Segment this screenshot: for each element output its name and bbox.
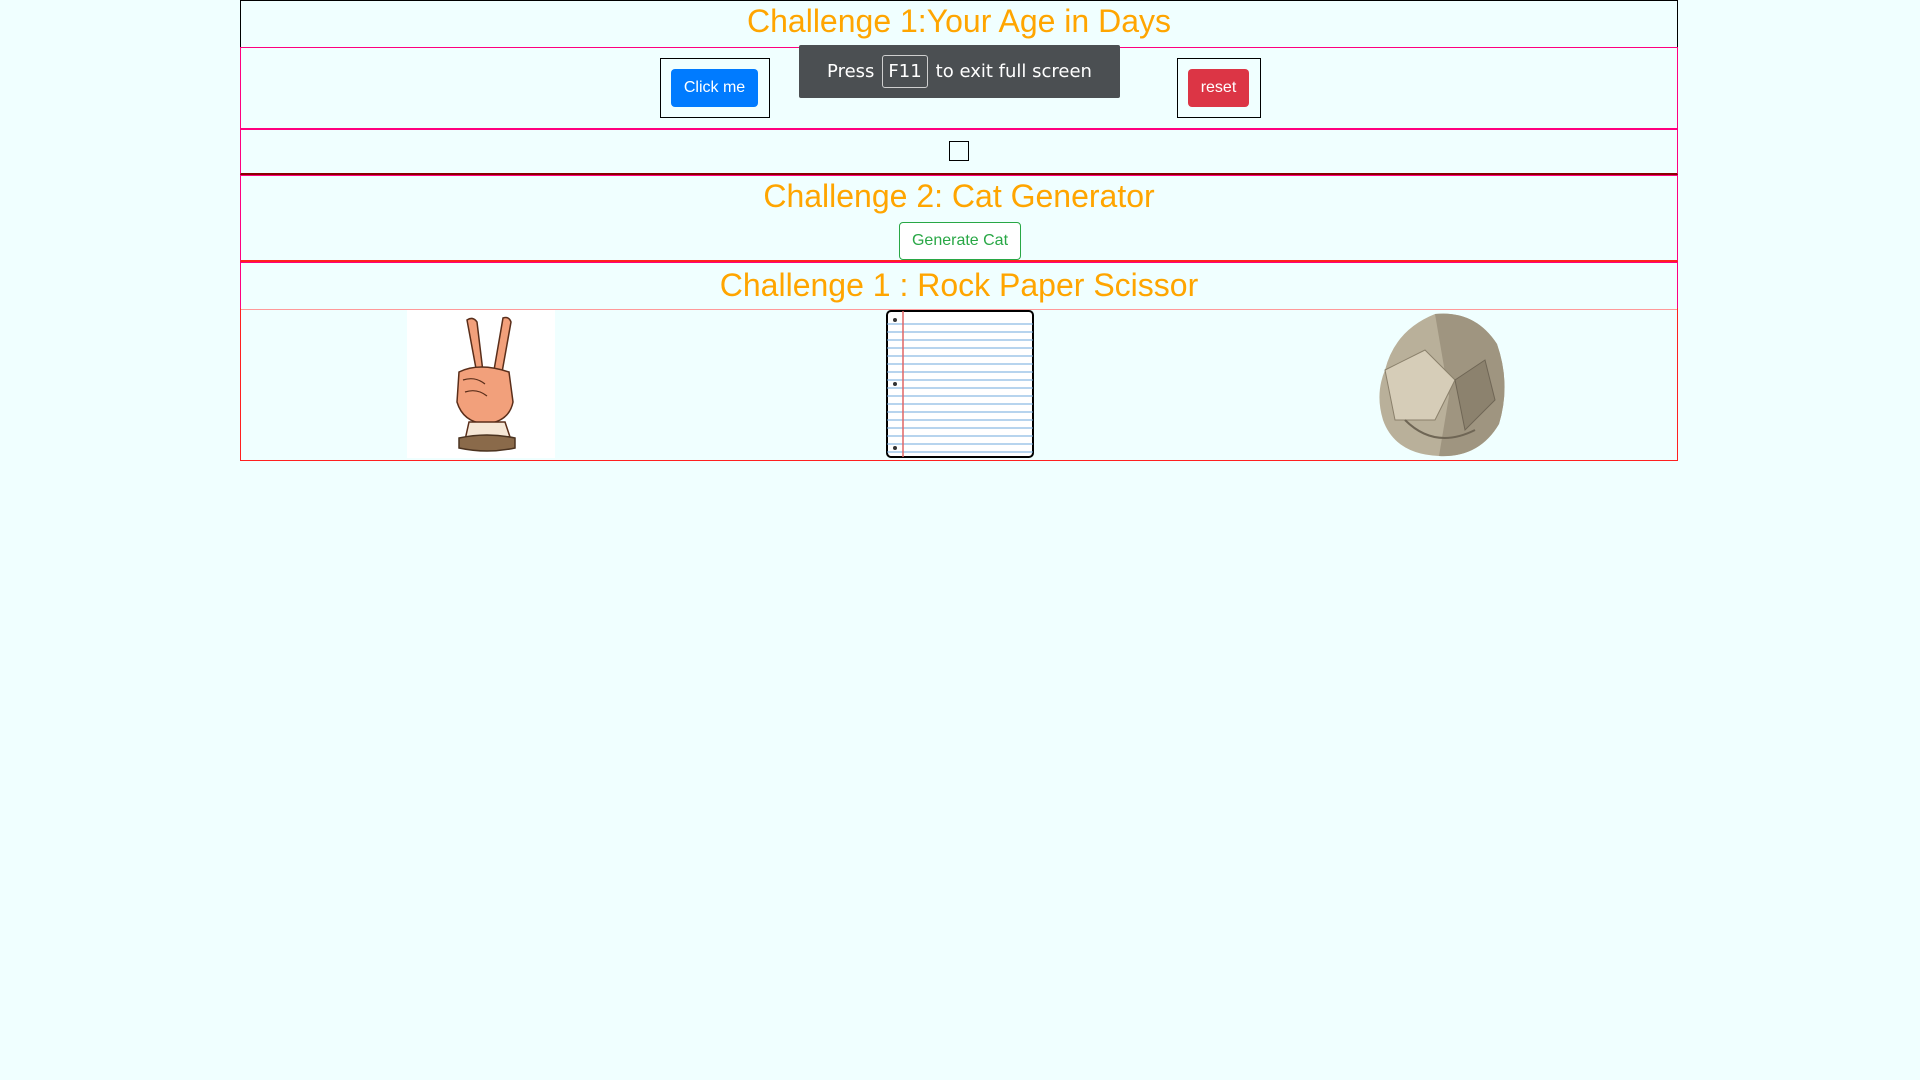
challenge-3-title: Challenge 1 : Rock Paper Scissor	[719, 267, 1199, 303]
click-button-wrapper: Click me	[660, 58, 770, 118]
generate-cat-button[interactable]: Generate Cat	[899, 222, 1021, 260]
f11-key: F11	[882, 55, 928, 88]
challenge-2-container: Challenge 2: Cat Generator Generate Cat	[240, 175, 1678, 262]
main-container: Challenge 1:Your Age in Days Click me re…	[240, 0, 1678, 461]
reset-button-wrapper: reset	[1177, 58, 1261, 118]
rps-images-row	[240, 308, 1678, 461]
click-me-button[interactable]: Click me	[671, 69, 758, 107]
age-result-row	[240, 129, 1678, 175]
age-result-box	[949, 141, 969, 161]
toast-prefix: Press	[827, 61, 875, 82]
scissors-hand-image[interactable]	[407, 310, 555, 458]
challenge-1-header: Challenge 1:Your Age in Days	[240, 0, 1678, 48]
fullscreen-exit-toast: Press F11 to exit full screen	[799, 45, 1120, 98]
challenge-3-header: Challenge 1 : Rock Paper Scissor	[240, 262, 1678, 310]
challenge-1-title: Challenge 1:Your Age in Days	[747, 3, 1171, 39]
reset-button[interactable]: reset	[1188, 69, 1249, 107]
challenge-2-title: Challenge 2: Cat Generator	[763, 178, 1155, 214]
toast-suffix: to exit full screen	[935, 61, 1092, 82]
paper-image[interactable]	[886, 310, 1034, 458]
rock-image[interactable]	[1365, 310, 1513, 458]
